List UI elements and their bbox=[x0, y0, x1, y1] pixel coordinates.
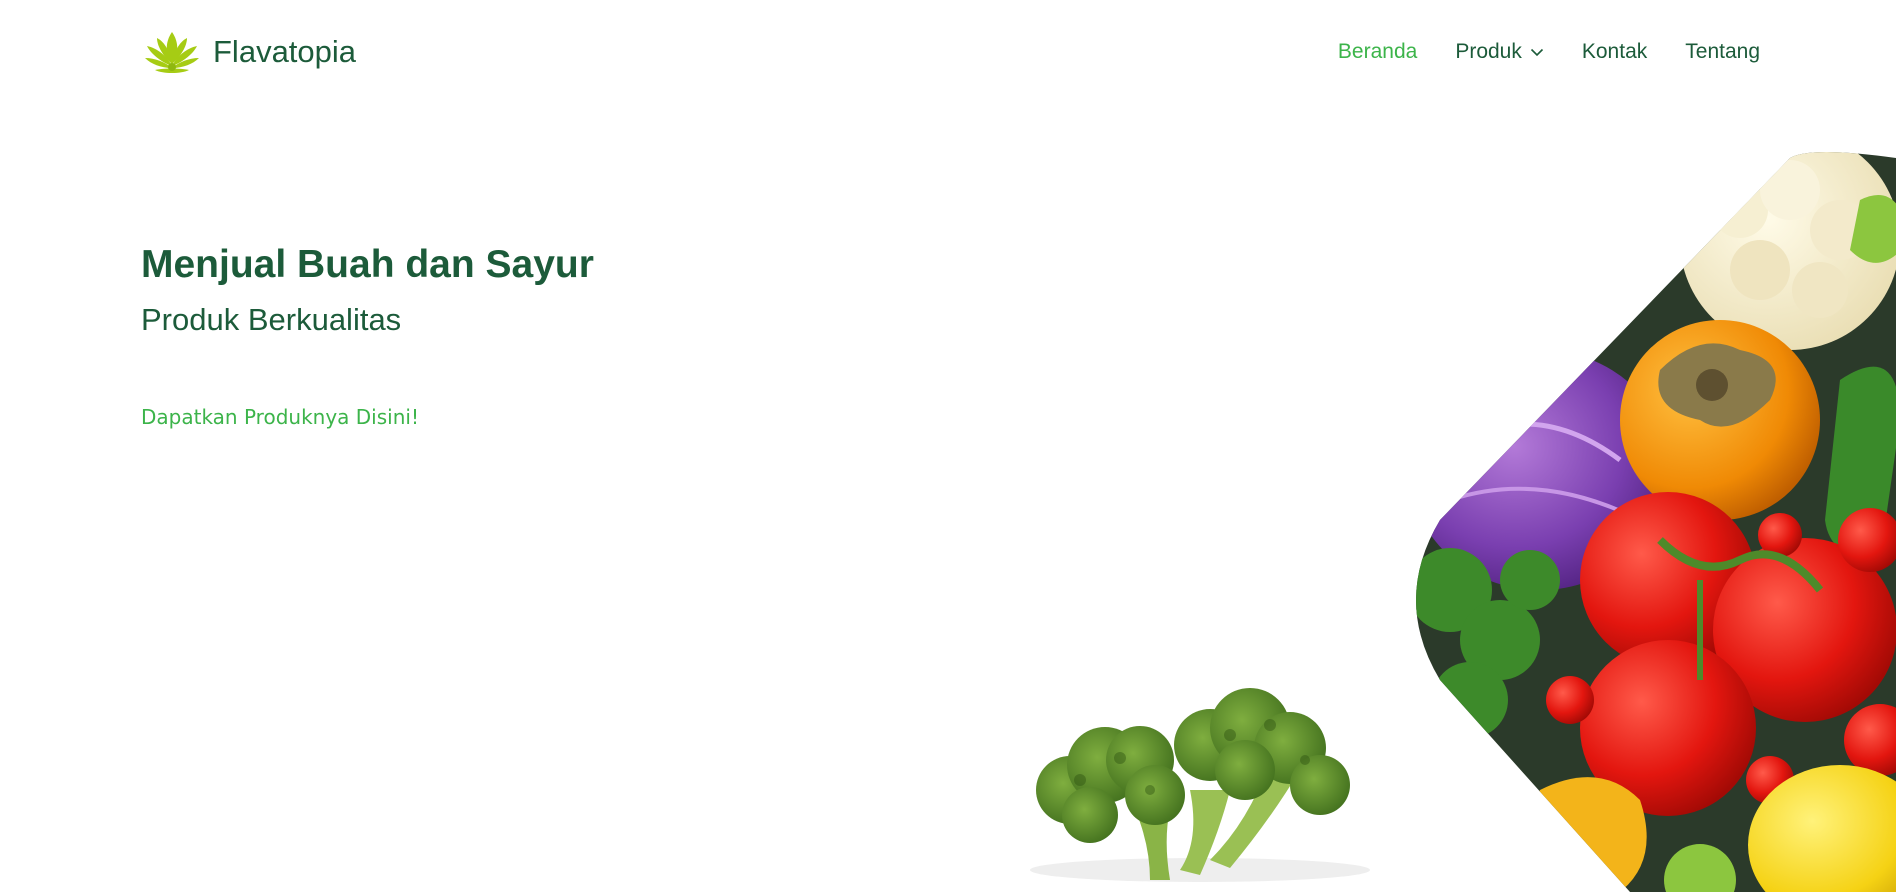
hero-images bbox=[1030, 152, 1896, 892]
vegetables-collage-image bbox=[1416, 152, 1896, 892]
hero-subtitle: Produk Berkualitas bbox=[141, 302, 402, 337]
broccoli-image bbox=[1030, 688, 1370, 882]
nav-item-produk[interactable]: Produk bbox=[1455, 40, 1544, 64]
chevron-down-icon bbox=[1530, 48, 1543, 56]
hero-title: Menjual Buah dan Sayur bbox=[141, 243, 594, 286]
brand-name: Flavatopia bbox=[213, 33, 357, 69]
lotus-icon bbox=[145, 32, 199, 73]
brand-logo-link[interactable]: Flavatopia bbox=[143, 26, 356, 76]
nav-item-produk-label: Produk bbox=[1455, 40, 1522, 63]
site-header: Flavatopia Beranda Produk Kontak Tentang bbox=[0, 0, 1896, 104]
main-nav: Beranda Produk Kontak Tentang bbox=[1338, 40, 1760, 64]
nav-item-tentang[interactable]: Tentang bbox=[1685, 40, 1760, 64]
nav-item-kontak[interactable]: Kontak bbox=[1582, 40, 1647, 64]
nav-item-beranda[interactable]: Beranda bbox=[1338, 40, 1417, 64]
get-products-link[interactable]: Dapatkan Produknya Disini! bbox=[141, 405, 419, 429]
